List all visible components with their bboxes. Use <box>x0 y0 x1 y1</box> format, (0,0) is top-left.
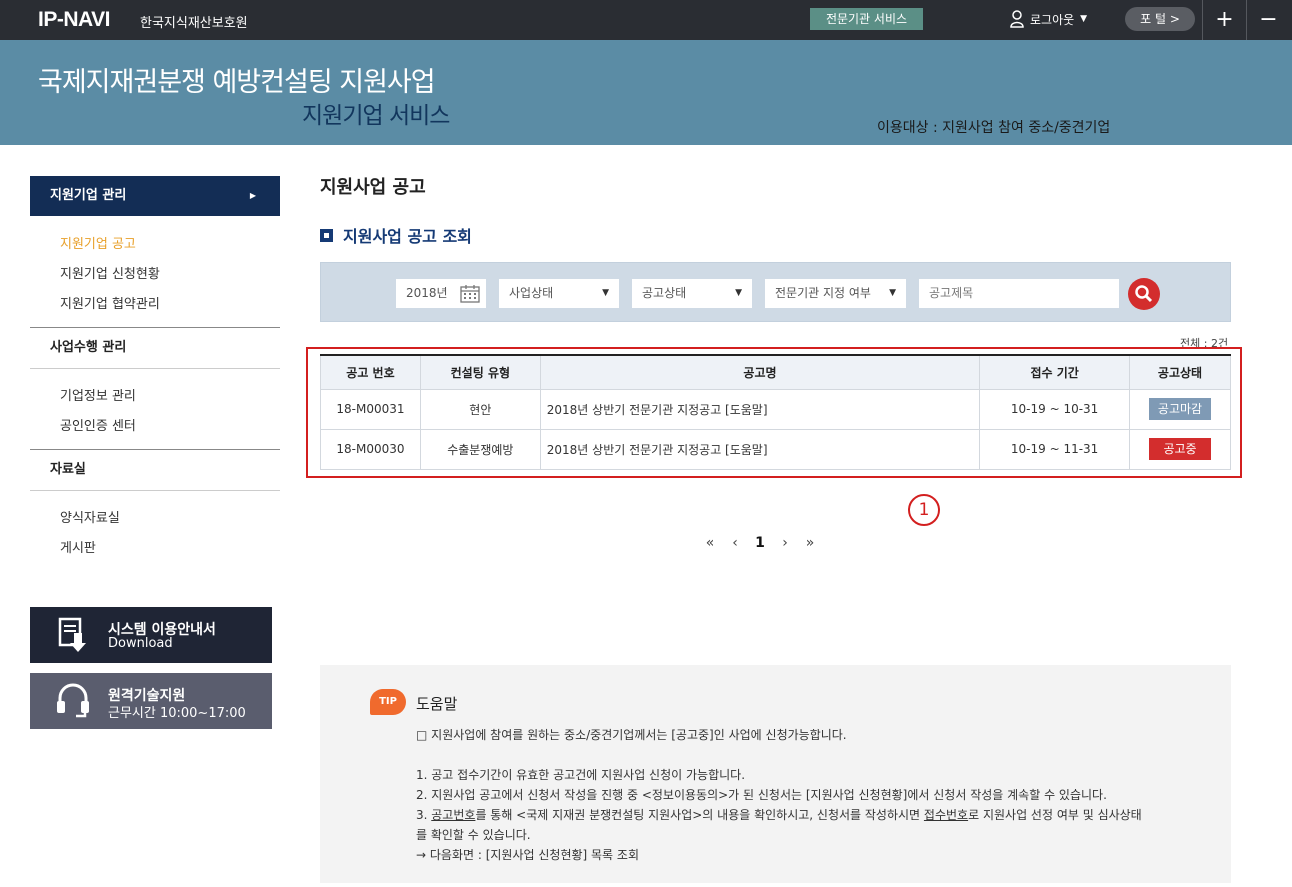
sidebar-menu-title: 지원기업 관리 <box>50 188 127 203</box>
remote-support-hours: 근무시간 10:00~17:00 <box>108 706 246 721</box>
banner-target: 이용대상 : 지원사업 참여 중소/중견기업 <box>877 120 1111 136</box>
chevron-right-icon: ▶ <box>249 191 256 200</box>
square-bullet-icon <box>320 228 333 242</box>
notice-status-value: 공고상태 <box>642 286 687 300</box>
page-title: 지원사업 공고 <box>320 177 426 198</box>
table-row[interactable]: 18-M00030 수출분쟁예방 2018년 상반기 전문기관 지정공고 [도움… <box>320 428 1231 470</box>
dropdown-arrow-icon: ▼ <box>735 288 742 298</box>
help-line-3-part: 3. <box>416 808 432 822</box>
notice-table: 공고 번호 컨설팅 유형 공고명 접수 기간 공고상태 18-M00031 현안… <box>320 354 1231 470</box>
top-bar: IP-NAVI 한국지식재산보호원 전문기관 서비스 로그아웃 ▼ 포 털 > … <box>0 0 1292 40</box>
help-panel: TIP 도움말 □ 지원사업에 참여를 원하는 중소/중견기업께서는 [공고중]… <box>320 665 1231 883</box>
sidebar-section-business[interactable]: 사업수행 관리 <box>30 327 280 369</box>
logout-menu[interactable]: 로그아웃 ▼ <box>1010 9 1087 29</box>
help-term-receipt-no: 접수번호 <box>923 808 969 822</box>
page-1-button[interactable]: 1 <box>750 535 770 551</box>
sidebar-item-application-status[interactable]: 지원기업 신청현황 <box>60 263 160 282</box>
portal-button[interactable]: 포 털 > <box>1125 7 1195 31</box>
notice-no[interactable]: 18-M00030 <box>320 428 421 470</box>
first-page-button[interactable]: « <box>700 535 720 551</box>
dropdown-arrow-icon: ▼ <box>602 288 609 298</box>
help-line-3: 3. 공고번호를 통해 <국제 지재권 분쟁컨설팅 지원사업>의 내용을 확인하… <box>416 806 1142 823</box>
business-status-select[interactable]: 사업상태 ▼ <box>499 279 619 308</box>
plus-button[interactable]: + <box>1202 0 1246 40</box>
chevron-down-icon: ▼ <box>1080 14 1088 24</box>
consulting-type: 현안 <box>419 388 541 430</box>
last-page-button[interactable]: » <box>800 535 820 551</box>
help-line-4: 를 확인할 수 있습니다. <box>416 828 531 842</box>
help-line-3-part: 를 통해 <국제 지재권 분쟁컨설팅 지원사업>의 내용을 확인하시고, 신청서… <box>475 808 924 822</box>
col-header-period: 접수 기간 <box>979 354 1131 390</box>
document-download-icon <box>58 617 86 652</box>
notice-status-cell: 공고마감 <box>1129 388 1231 430</box>
notice-title-placeholder: 공고제목 <box>929 286 974 300</box>
org-name: 한국지식재산보호원 <box>140 16 248 31</box>
consulting-type: 수출분쟁예방 <box>419 428 541 470</box>
logout-label: 로그아웃 <box>1030 12 1075 27</box>
notice-period: 10-19 ~ 11-31 <box>979 428 1131 470</box>
col-header-notice-no: 공고 번호 <box>320 354 421 390</box>
sidebar-item-notice[interactable]: 지원기업 공고 <box>60 233 136 252</box>
expert-designation-select[interactable]: 전문기관 지정 여부 ▼ <box>765 279 906 308</box>
year-select[interactable]: 2018년 <box>396 279 486 308</box>
notice-period: 10-19 ~ 10-31 <box>979 388 1131 430</box>
notice-no[interactable]: 18-M00031 <box>320 388 421 430</box>
year-value: 2018년 <box>406 286 448 300</box>
user-icon <box>1010 10 1024 28</box>
help-line-1: 1. 공고 접수기간이 유효한 공고건에 지원사업 신청이 가능합니다. <box>416 768 746 782</box>
banner-subtitle: 지원기업 서비스 <box>302 103 450 129</box>
search-icon <box>1135 285 1153 303</box>
section-title-text: 지원사업 공고 조회 <box>343 227 472 246</box>
sidebar-item-cert-center[interactable]: 공인인증 센터 <box>60 415 136 434</box>
search-bar: 2018년 사업상태 ▼ 공고상태 ▼ 전문기관 지정 여부 ▼ 공고제목 <box>320 262 1231 322</box>
sidebar-item-company-info[interactable]: 기업정보 관리 <box>60 385 136 404</box>
help-line-3-part: 로 지원사업 선정 여부 및 심사상태 <box>968 808 1142 822</box>
tip-badge: TIP <box>370 689 406 715</box>
search-button[interactable] <box>1128 278 1160 310</box>
annotation-marker: 1 <box>908 494 940 526</box>
guide-download-label: Download <box>108 636 173 651</box>
section-title: 지원사업 공고 조회 <box>320 223 472 247</box>
ip-navi-logo[interactable]: IP-NAVI <box>38 8 110 32</box>
sidebar-menu-header[interactable]: 지원기업 관리 ▶ <box>30 176 280 216</box>
sidebar-section-library[interactable]: 자료실 <box>30 449 280 491</box>
expert-designation-value: 전문기관 지정 여부 <box>775 286 871 300</box>
calendar-icon[interactable] <box>460 284 480 303</box>
sidebar-item-agreement[interactable]: 지원기업 협약관리 <box>60 293 160 312</box>
remote-support-button[interactable]: 원격기술지원 근무시간 10:00~17:00 <box>30 673 272 729</box>
help-intro: □ 지원사업에 참여를 원하는 중소/중견기업께서는 [공고중]인 사업에 신청… <box>416 728 847 742</box>
help-term-notice-no: 공고번호 <box>431 808 476 822</box>
page-banner: 국제지재권분쟁 예방컨설팅 지원사업 지원기업 서비스 이용대상 : 지원사업 … <box>0 40 1292 145</box>
notice-name[interactable]: 2018년 상반기 전문기관 지정공고 [도움말] <box>539 428 981 470</box>
col-header-name: 공고명 <box>539 354 981 390</box>
minus-button[interactable]: − <box>1246 0 1290 40</box>
banner-title: 국제지재권분쟁 예방컨설팅 지원사업 <box>38 67 436 98</box>
notice-status-select[interactable]: 공고상태 ▼ <box>632 279 752 308</box>
help-title: 도움말 <box>416 695 458 713</box>
help-line-2: 2. 지원사업 공고에서 신청서 작성을 진행 중 <정보이용동의>가 된 신청… <box>416 788 1107 802</box>
notice-status-cell: 공고중 <box>1129 428 1231 470</box>
expert-service-button[interactable]: 전문기관 서비스 <box>810 8 923 30</box>
dropdown-arrow-icon: ▼ <box>889 288 896 298</box>
col-header-type: 컨설팅 유형 <box>419 354 541 390</box>
pagination: « ‹ 1 › » <box>700 535 820 551</box>
status-badge[interactable]: 공고중 <box>1149 438 1211 460</box>
sidebar-item-board[interactable]: 게시판 <box>60 537 96 556</box>
headset-icon <box>57 683 89 718</box>
col-header-status: 공고상태 <box>1129 354 1231 390</box>
table-row[interactable]: 18-M00031 현안 2018년 상반기 전문기관 지정공고 [도움말] 1… <box>320 388 1231 430</box>
sidebar-item-forms[interactable]: 양식자료실 <box>60 507 120 526</box>
notice-title-input[interactable]: 공고제목 <box>919 279 1119 308</box>
help-line-5: → 다음화면 : [지원사업 신청현황] 목록 조회 <box>416 848 639 862</box>
next-page-button[interactable]: › <box>770 535 800 551</box>
notice-name[interactable]: 2018년 상반기 전문기관 지정공고 [도움말] <box>539 388 981 430</box>
guide-download-button[interactable]: 시스템 이용안내서 Download <box>30 607 272 663</box>
table-header-row: 공고 번호 컨설팅 유형 공고명 접수 기간 공고상태 <box>320 354 1231 390</box>
status-badge[interactable]: 공고마감 <box>1149 398 1211 420</box>
business-status-value: 사업상태 <box>509 286 554 300</box>
prev-page-button[interactable]: ‹ <box>720 535 750 551</box>
